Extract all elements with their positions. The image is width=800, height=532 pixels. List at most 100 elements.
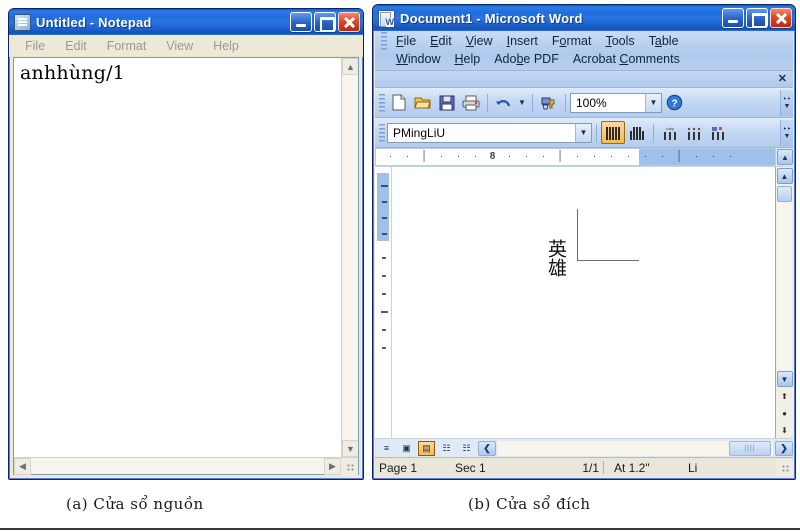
menu-item-format[interactable]: Format bbox=[97, 38, 157, 54]
standard-toolbar: ▼ 100% ▼ ? ‣‣▼ bbox=[375, 88, 793, 118]
scroll-left-icon[interactable]: ◀ bbox=[14, 458, 31, 475]
word-body: FFileile Edit View Insert Format Tools T… bbox=[375, 31, 793, 477]
menu-item-file[interactable]: File bbox=[15, 38, 55, 54]
vertical-ruler[interactable] bbox=[375, 167, 392, 438]
horizontal-scroll-track[interactable]: |||| bbox=[498, 441, 773, 456]
ruler-label-8: 8 bbox=[484, 152, 501, 162]
ruler-tick: · bbox=[399, 152, 416, 162]
format-painter-icon[interactable] bbox=[537, 91, 561, 114]
vertical-scroll-track[interactable] bbox=[342, 75, 358, 440]
previous-object-icon[interactable]: ⬆ bbox=[777, 389, 792, 404]
word-window[interactable]: Document1 - Microsoft Word FFileile Edit… bbox=[372, 4, 796, 480]
toolbar-options-icon-2[interactable]: ‣‣▼ bbox=[780, 120, 793, 146]
chevron-down-icon[interactable]: ▼ bbox=[575, 124, 591, 142]
notepad-window[interactable]: Untitled - Notepad File Edit Format View… bbox=[8, 8, 364, 480]
scroll-down-icon[interactable]: ▼ bbox=[342, 440, 358, 457]
word-menubar: FFileile Edit View Insert Format Tools T… bbox=[375, 31, 793, 71]
scroll-up-icon[interactable]: ▲ bbox=[777, 149, 793, 165]
minimize-button[interactable] bbox=[290, 12, 312, 32]
chevron-down-icon[interactable]: ▼ bbox=[645, 94, 661, 112]
ruler-tick: · bbox=[586, 152, 603, 162]
document-page[interactable]: 英雄 bbox=[392, 167, 776, 438]
toolbar-options-icon[interactable]: ‣‣▼ bbox=[780, 90, 793, 116]
font-combo[interactable]: PMingLiU ▼ bbox=[387, 123, 592, 143]
notepad-titlebar[interactable]: Untitled - Notepad bbox=[9, 9, 363, 35]
notepad-client-area: anhhùng/1 ▲ ▼ ◀ ▶ bbox=[13, 57, 359, 475]
notepad-text-editor[interactable]: anhhùng/1 bbox=[14, 58, 341, 457]
ruler-strip[interactable]: · · │ · · · 8 · · · │ · · · · bbox=[375, 148, 776, 166]
character-border-icon[interactable] bbox=[682, 121, 706, 144]
next-object-icon[interactable]: ⬇ bbox=[777, 423, 792, 438]
normal-view-icon[interactable]: ≡ bbox=[378, 441, 395, 456]
formatting-toolbar: PMingLiU ▼ ruby bbox=[375, 118, 793, 148]
caption-b: (b) Cửa sổ đích bbox=[468, 495, 591, 513]
print-icon[interactable] bbox=[459, 91, 483, 114]
toolbar-separator bbox=[487, 94, 488, 112]
ruler-tick-r: · bbox=[637, 152, 654, 162]
menu-item-view[interactable]: View bbox=[156, 38, 203, 54]
minimize-button[interactable] bbox=[722, 8, 744, 28]
menu-item-file[interactable]: FFileile bbox=[389, 33, 423, 49]
toolbar-separator-5 bbox=[653, 124, 654, 142]
zoom-combo[interactable]: 100% ▼ bbox=[570, 93, 662, 113]
menu-item-adobe-pdf[interactable]: Adobe PDF bbox=[487, 51, 566, 67]
vertical-scroll-track[interactable] bbox=[777, 202, 792, 370]
horizontal-ruler[interactable]: · · │ · · · 8 · · · │ · · · · bbox=[375, 148, 793, 167]
notepad-menubar: File Edit Format View Help bbox=[9, 35, 363, 57]
word-vertical-scrollbar[interactable]: ▲ ▼ ⬆ ● ⬇ bbox=[776, 167, 793, 438]
close-button[interactable] bbox=[338, 12, 360, 32]
menu-item-insert[interactable]: Insert bbox=[500, 33, 545, 49]
scroll-right-icon[interactable]: ▶ bbox=[324, 458, 341, 475]
undo-dropdown-icon[interactable]: ▼ bbox=[516, 91, 528, 114]
menu-item-edit[interactable]: Edit bbox=[423, 33, 459, 49]
undo-icon[interactable] bbox=[492, 91, 516, 114]
scroll-left-icon[interactable]: ❮ bbox=[478, 441, 496, 456]
horizontal-text-icon[interactable] bbox=[601, 121, 625, 144]
menu-item-help[interactable]: Help bbox=[447, 51, 487, 67]
menu-item-window[interactable]: Window bbox=[389, 51, 447, 67]
print-layout-view-icon[interactable]: ▤ bbox=[418, 441, 435, 456]
menu-item-acrobat-comments[interactable]: Acrobat Comments bbox=[566, 51, 687, 67]
resize-grip-icon[interactable] bbox=[341, 458, 358, 475]
menu-item-help[interactable]: Help bbox=[203, 38, 249, 54]
word-status-bar: Page 1 Sec 1 1/1 At 1.2" Li bbox=[375, 457, 793, 477]
select-browse-object-icon[interactable]: ● bbox=[777, 406, 792, 421]
maximize-button[interactable] bbox=[314, 12, 336, 32]
help-question-icon[interactable]: ? bbox=[662, 91, 686, 114]
menu-item-tools[interactable]: Tools bbox=[598, 33, 641, 49]
toolbar-gripper-icon-2[interactable] bbox=[379, 124, 385, 142]
open-folder-icon[interactable] bbox=[411, 91, 435, 114]
horizontal-scroll-thumb[interactable]: |||| bbox=[729, 441, 771, 456]
figure-canvas: Untitled - Notepad File Edit Format View… bbox=[0, 0, 800, 532]
web-layout-view-icon[interactable]: ▣ bbox=[398, 441, 415, 456]
menu-item-edit[interactable]: Edit bbox=[55, 38, 97, 54]
close-button[interactable] bbox=[770, 8, 792, 28]
menu-item-table[interactable]: Table bbox=[642, 33, 686, 49]
reading-layout-view-icon[interactable]: ☷ bbox=[458, 441, 475, 456]
scroll-up-icon[interactable]: ▲ bbox=[342, 58, 358, 75]
menu-item-view[interactable]: View bbox=[459, 33, 500, 49]
resize-grip-icon[interactable] bbox=[776, 459, 793, 476]
phonetic-guide-icon[interactable]: ruby bbox=[658, 121, 682, 144]
word-titlebar[interactable]: Document1 - Microsoft Word bbox=[373, 5, 795, 31]
menubar-gripper-icon[interactable] bbox=[381, 32, 387, 50]
toolbar-gripper-icon[interactable] bbox=[379, 94, 385, 112]
scroll-up-icon[interactable]: ▲ bbox=[777, 168, 793, 184]
scroll-right-icon[interactable]: ❯ bbox=[775, 441, 793, 456]
vertical-text-icon[interactable] bbox=[625, 121, 649, 144]
document-cjk-text[interactable]: 英雄 bbox=[546, 239, 566, 277]
word-menu-row-1: FFileile Edit View Insert Format Tools T… bbox=[375, 32, 793, 50]
notepad-vertical-scrollbar[interactable]: ▲ ▼ bbox=[341, 58, 358, 457]
combine-characters-icon[interactable] bbox=[706, 121, 730, 144]
menu-item-format[interactable]: Format bbox=[545, 33, 599, 49]
outline-view-icon[interactable]: ☷ bbox=[438, 441, 455, 456]
save-icon[interactable] bbox=[435, 91, 459, 114]
maximize-button[interactable] bbox=[746, 8, 768, 28]
vertical-scroll-thumb[interactable] bbox=[777, 186, 792, 202]
ruler-tick: · bbox=[569, 152, 586, 162]
scroll-down-icon[interactable]: ▼ bbox=[777, 371, 793, 387]
notepad-horizontal-scrollbar[interactable]: ◀ ▶ bbox=[14, 457, 358, 474]
close-icon[interactable]: ✕ bbox=[778, 74, 787, 84]
new-document-icon[interactable] bbox=[387, 91, 411, 114]
word-window-buttons bbox=[722, 8, 792, 28]
